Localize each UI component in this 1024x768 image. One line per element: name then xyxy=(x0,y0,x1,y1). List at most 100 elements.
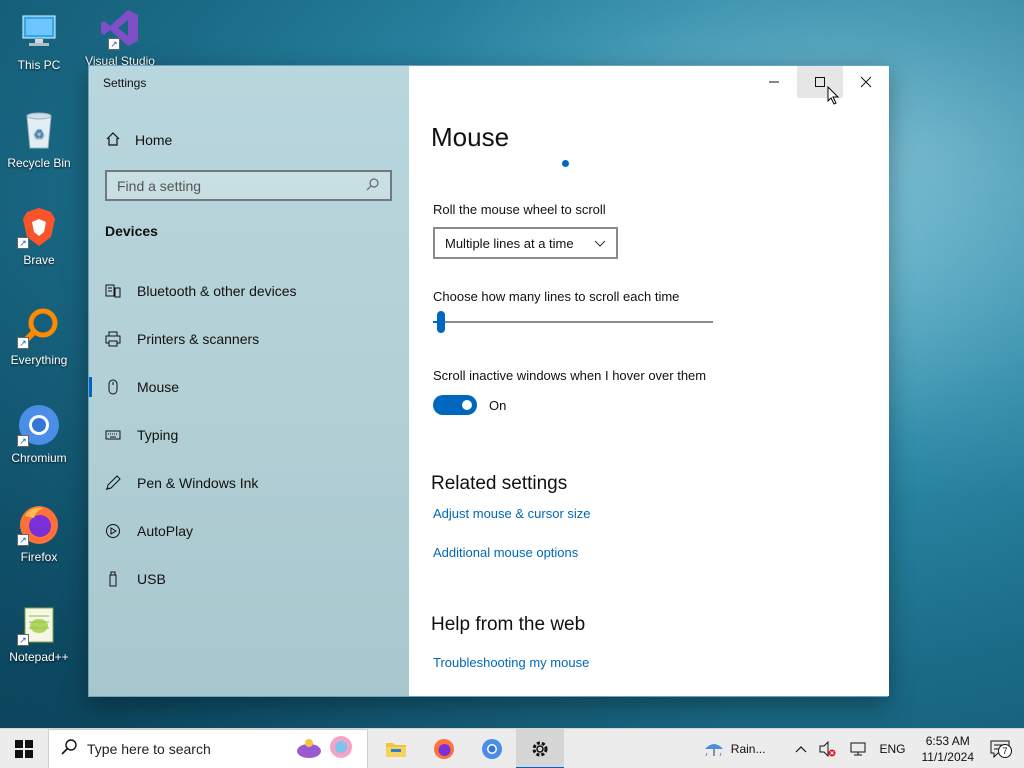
settings-sidebar: Settings Home Find a setting Devices Blu… xyxy=(89,66,409,696)
desktop-icon-label: Firefox xyxy=(20,550,58,564)
desktop-icon-label: Chromium xyxy=(11,451,67,465)
mouse-cursor-icon xyxy=(827,86,840,105)
notepad-plus-plus-icon: ↗ xyxy=(17,602,61,646)
firefox-icon xyxy=(434,738,454,759)
chromium-icon: ↗ xyxy=(17,403,61,447)
volume-muted-icon xyxy=(819,741,836,757)
sidebar-item-usb[interactable]: USB xyxy=(89,559,409,599)
desktop-icon-notepad-plus-plus[interactable]: ↗ Notepad++ xyxy=(1,602,77,664)
help-from-web-title: Help from the web xyxy=(431,614,586,635)
desktop-icon-label: Recycle Bin xyxy=(7,156,71,170)
umbrella-rain-icon xyxy=(704,744,723,757)
desktop-icon-visual-studio[interactable]: ↗ Visual Studio xyxy=(80,6,160,68)
scroll-lines-label: Choose how many lines to scroll each tim… xyxy=(433,289,680,304)
desktop-icon-label: This PC xyxy=(17,58,61,72)
keyboard-icon xyxy=(105,427,121,443)
desktop-icon-brave[interactable]: ↗ Brave xyxy=(1,205,77,267)
home-icon xyxy=(105,131,121,150)
scroll-inactive-toggle[interactable] xyxy=(433,395,477,415)
gear-icon xyxy=(532,741,548,756)
taskbar-file-explorer[interactable] xyxy=(372,729,420,768)
volume-button[interactable] xyxy=(813,741,843,757)
toggle-state-label: On xyxy=(489,398,507,413)
close-button[interactable] xyxy=(843,66,889,98)
chevron-down-icon xyxy=(594,236,606,251)
network-button[interactable] xyxy=(843,741,873,757)
desktop-icon-this-pc[interactable]: This PC xyxy=(1,10,77,72)
wheel-scroll-dropdown[interactable]: Multiple lines at a time xyxy=(433,227,618,259)
clock-time: 6:53 AM xyxy=(925,734,970,748)
autoplay-icon xyxy=(105,523,121,539)
action-center-button[interactable]: 7 xyxy=(984,740,1024,758)
desktop-icon-everything[interactable]: ↗ Everything xyxy=(1,305,77,367)
sidebar-item-printers[interactable]: Printers & scanners xyxy=(89,319,409,359)
recycle-bin-icon: ♻ xyxy=(17,108,61,152)
sidebar-item-label: AutoPlay xyxy=(137,523,194,539)
visual-studio-icon: ↗ xyxy=(98,6,142,50)
desktop-icon-recycle-bin[interactable]: ♻ Recycle Bin xyxy=(1,108,77,170)
usb-icon xyxy=(105,571,121,587)
sidebar-item-typing[interactable]: Typing xyxy=(89,415,409,455)
printer-icon xyxy=(105,331,121,347)
page-title: Mouse xyxy=(431,122,510,152)
svg-text:♻: ♻ xyxy=(34,127,45,141)
language-label: ENG xyxy=(879,742,906,756)
clock-date: 11/1/2024 xyxy=(921,750,975,764)
sidebar-item-label: Printers & scanners xyxy=(137,331,260,347)
system-tray: Rain... ENG 6:53 AM 11/1/2024 7 xyxy=(697,729,1024,768)
window-title: Settings xyxy=(103,76,147,90)
sidebar-section-title: Devices xyxy=(105,223,158,239)
mouse-icon xyxy=(105,379,121,395)
desktop-icon-firefox[interactable]: ↗ Firefox xyxy=(1,502,77,564)
brave-icon: ↗ xyxy=(17,205,61,249)
scroll-lines-slider-thumb[interactable] xyxy=(436,311,445,333)
everything-search-icon: ↗ xyxy=(17,305,61,349)
maximize-icon xyxy=(815,77,825,87)
close-icon xyxy=(860,76,872,88)
chevron-up-icon xyxy=(796,746,807,753)
find-setting-input[interactable]: Find a setting xyxy=(105,170,392,201)
bluetooth-devices-icon xyxy=(105,283,121,299)
taskbar-search-box[interactable]: Type here to search xyxy=(48,728,368,768)
weather-widget[interactable]: Rain... xyxy=(697,739,772,759)
folder-icon xyxy=(386,742,406,757)
sidebar-item-label: Mouse xyxy=(137,379,180,395)
taskbar-settings[interactable] xyxy=(516,728,564,768)
start-button[interactable] xyxy=(0,729,48,768)
sidebar-item-pen[interactable]: Pen & Windows Ink xyxy=(89,463,409,503)
scroll-lines-slider-track[interactable] xyxy=(433,321,713,323)
additional-mouse-options-link[interactable]: Additional mouse options xyxy=(433,545,578,560)
related-settings-title: Related settings xyxy=(431,473,568,494)
sidebar-item-mouse[interactable]: Mouse xyxy=(89,367,409,407)
minimize-icon xyxy=(769,81,779,83)
adjust-mouse-cursor-size-link[interactable]: Adjust mouse & cursor size xyxy=(433,506,591,521)
windows-logo-icon xyxy=(15,739,33,758)
show-hidden-icons-button[interactable] xyxy=(789,745,813,753)
sidebar-item-label: Typing xyxy=(137,427,179,443)
toggle-knob xyxy=(462,400,472,410)
wheel-scroll-label: Roll the mouse wheel to scroll xyxy=(433,202,606,217)
computer-icon xyxy=(17,10,61,54)
sidebar-item-label: Bluetooth & other devices xyxy=(137,283,297,299)
network-icon xyxy=(850,742,866,756)
notification-count-badge: 7 xyxy=(998,744,1012,758)
troubleshooting-mouse-link[interactable]: Troubleshooting my mouse xyxy=(433,655,589,670)
weather-label: Rain... xyxy=(730,742,766,756)
scroll-inactive-label: Scroll inactive windows when I hover ove… xyxy=(433,368,707,383)
taskbar-clock[interactable]: 6:53 AM 11/1/2024 xyxy=(912,733,985,765)
desktop-icon-label: Everything xyxy=(10,353,68,367)
desktop-icon-chromium[interactable]: ↗ Chromium xyxy=(1,403,77,465)
taskbar: Type here to search Rain... ENG 6:53 AM … xyxy=(0,728,1024,768)
firefox-icon: ↗ xyxy=(17,502,61,546)
desktop-icon-label: Brave xyxy=(23,253,55,267)
search-highlight-icon xyxy=(295,733,357,764)
desktop-icon-label: Notepad++ xyxy=(9,650,69,664)
sidebar-item-label: Pen & Windows Ink xyxy=(137,475,259,491)
sidebar-item-autoplay[interactable]: AutoPlay xyxy=(89,511,409,551)
sidebar-item-home[interactable]: Home xyxy=(105,129,172,151)
sidebar-item-bluetooth[interactable]: Bluetooth & other devices xyxy=(89,271,409,311)
minimize-button[interactable] xyxy=(751,66,797,98)
taskbar-chromium[interactable] xyxy=(468,729,516,768)
taskbar-firefox[interactable] xyxy=(420,729,468,768)
language-indicator[interactable]: ENG xyxy=(873,742,911,756)
